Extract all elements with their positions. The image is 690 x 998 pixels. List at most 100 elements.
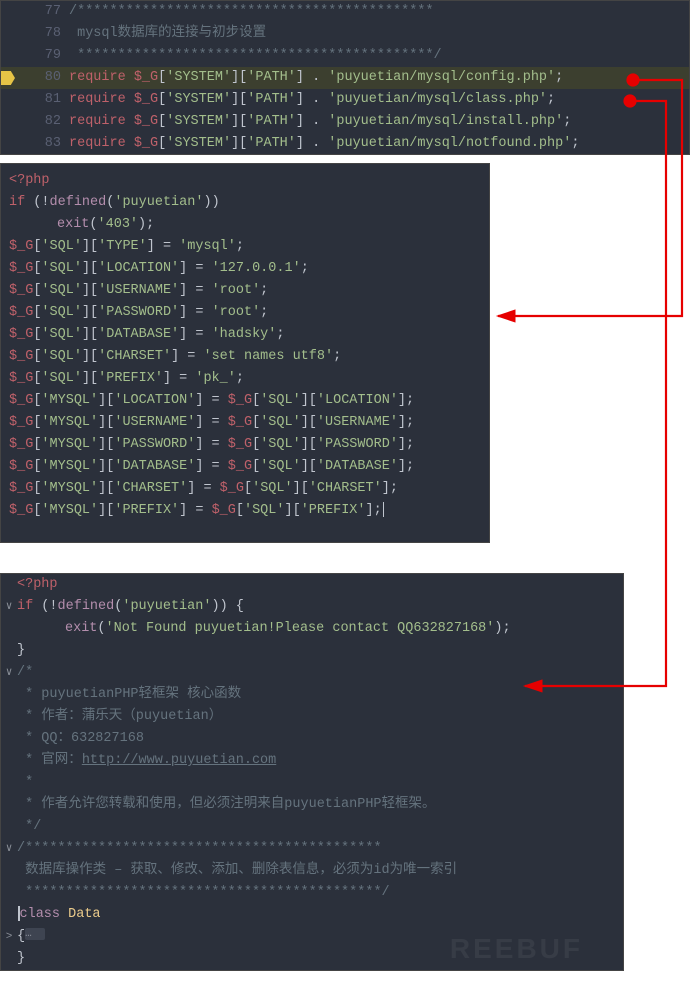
code-content[interactable]: $_G['SQL']['PASSWORD'] = 'root';: [9, 302, 489, 324]
code-line[interactable]: * 官网：http://www.puyuetian.com: [1, 750, 623, 772]
code-content[interactable]: * QQ：632827168: [17, 728, 623, 750]
code-content[interactable]: * 官网：http://www.puyuetian.com: [17, 750, 623, 772]
breakpoint-gutter[interactable]: [1, 89, 21, 111]
code-content[interactable]: */: [17, 816, 623, 838]
code-line[interactable]: <?php: [9, 170, 489, 192]
code-line[interactable]: class Data: [1, 904, 623, 926]
code-line[interactable]: $_G['SQL']['DATABASE'] = 'hadsky';: [9, 324, 489, 346]
breakpoint-gutter[interactable]: [1, 111, 21, 133]
breakpoint-gutter[interactable]: [1, 1, 21, 23]
code-line[interactable]: $_G['SQL']['CHARSET'] = 'set names utf8'…: [9, 346, 489, 368]
code-line[interactable]: $_G['SQL']['PREFIX'] = 'pk_';: [9, 368, 489, 390]
code-content[interactable]: $_G['SQL']['USERNAME'] = 'root';: [9, 280, 489, 302]
watermark: REEBUF: [450, 933, 583, 965]
code-content[interactable]: * puyuetianPHP轻框架 核心函数: [17, 684, 623, 706]
code-line[interactable]: * 作者允许您转载和使用，但必须注明来自puyuetianPHP轻框架。: [1, 794, 623, 816]
code-content[interactable]: $_G['SQL']['DATABASE'] = 'hadsky';: [9, 324, 489, 346]
breakpoint-gutter[interactable]: [1, 23, 21, 45]
code-line[interactable]: exit('Not Found puyuetian!Please contact…: [1, 618, 623, 640]
code-line[interactable]: ****************************************…: [1, 882, 623, 904]
code-line[interactable]: $_G['SQL']['LOCATION'] = '127.0.0.1';: [9, 258, 489, 280]
code-line[interactable]: $_G['SQL']['PASSWORD'] = 'root';: [9, 302, 489, 324]
code-content[interactable]: * 作者允许您转载和使用，但必须注明来自puyuetianPHP轻框架。: [17, 794, 623, 816]
code-line[interactable]: }: [1, 640, 623, 662]
code-content[interactable]: <?php: [9, 170, 489, 192]
code-line[interactable]: $_G['MYSQL']['LOCATION'] = $_G['SQL']['L…: [9, 390, 489, 412]
code-content[interactable]: $_G['SQL']['LOCATION'] = '127.0.0.1';: [9, 258, 489, 280]
chevron-down-icon[interactable]: ∨: [6, 601, 13, 613]
code-content[interactable]: }: [17, 640, 623, 662]
code-content[interactable]: if (!defined('puyuetian')) {: [17, 596, 623, 618]
code-content[interactable]: exit('Not Found puyuetian!Please contact…: [17, 618, 623, 640]
code-line[interactable]: 83require $_G['SYSTEM']['PATH'] . 'puyue…: [1, 133, 689, 155]
fold-gutter[interactable]: ∨: [1, 596, 17, 618]
code-line[interactable]: $_G['MYSQL']['PREFIX'] = $_G['SQL']['PRE…: [9, 500, 489, 522]
code-line[interactable]: $_G['MYSQL']['DATABASE'] = $_G['SQL']['D…: [9, 456, 489, 478]
code-content[interactable]: $_G['SQL']['PREFIX'] = 'pk_';: [9, 368, 489, 390]
code-line[interactable]: *: [1, 772, 623, 794]
breakpoint-icon[interactable]: [1, 71, 15, 85]
code-content[interactable]: exit('403');: [9, 214, 489, 236]
code-content[interactable]: require $_G['SYSTEM']['PATH'] . 'puyueti…: [69, 133, 689, 155]
fold-gutter[interactable]: ∨: [1, 662, 17, 684]
code-line[interactable]: 77/*************************************…: [1, 1, 689, 23]
code-line[interactable]: <?php: [1, 574, 623, 596]
code-line[interactable]: 79 *************************************…: [1, 45, 689, 67]
code-line[interactable]: 数据库操作类 – 获取、修改、添加、删除表信息，必须为id为唯一索引: [1, 860, 623, 882]
code-line[interactable]: 82require $_G['SYSTEM']['PATH'] . 'puyue…: [1, 111, 689, 133]
code-line[interactable]: $_G['MYSQL']['CHARSET'] = $_G['SQL']['CH…: [9, 478, 489, 500]
code-content[interactable]: $_G['MYSQL']['PREFIX'] = $_G['SQL']['PRE…: [9, 500, 489, 522]
code-line[interactable]: 81require $_G['SYSTEM']['PATH'] . 'puyue…: [1, 89, 689, 111]
code-line[interactable]: * 作者：蒲乐天（puyuetian）: [1, 706, 623, 728]
chevron-right-icon[interactable]: >: [6, 931, 13, 943]
code-line[interactable]: exit('403');: [9, 214, 489, 236]
code-content[interactable]: class Data: [17, 904, 623, 926]
code-content[interactable]: * 作者：蒲乐天（puyuetian）: [17, 706, 623, 728]
code-line[interactable]: $_G['SQL']['USERNAME'] = 'root';: [9, 280, 489, 302]
fold-gutter: [1, 772, 17, 794]
code-content[interactable]: require $_G['SYSTEM']['PATH'] . 'puyueti…: [69, 89, 689, 111]
code-content[interactable]: $_G['MYSQL']['CHARSET'] = $_G['SQL']['CH…: [9, 478, 489, 500]
code-content[interactable]: /*: [17, 662, 623, 684]
code-line[interactable]: 78 mysql数据库的连接与初步设置: [1, 23, 689, 45]
code-content[interactable]: $_G['MYSQL']['USERNAME'] = $_G['SQL']['U…: [9, 412, 489, 434]
code-line[interactable]: * puyuetianPHP轻框架 核心函数: [1, 684, 623, 706]
code-content[interactable]: /***************************************…: [69, 1, 689, 23]
code-content[interactable]: require $_G['SYSTEM']['PATH'] . 'puyueti…: [69, 111, 689, 133]
code-line[interactable]: * QQ：632827168: [1, 728, 623, 750]
fold-gutter: [1, 882, 17, 904]
code-content[interactable]: if (!defined('puyuetian')): [9, 192, 489, 214]
line-number: 83: [21, 133, 69, 155]
chevron-down-icon[interactable]: ∨: [6, 667, 13, 679]
breakpoint-gutter[interactable]: [1, 67, 21, 89]
code-line[interactable]: $_G['MYSQL']['PASSWORD'] = $_G['SQL']['P…: [9, 434, 489, 456]
code-content[interactable]: <?php: [17, 574, 623, 596]
code-line[interactable]: $_G['SQL']['TYPE'] = 'mysql';: [9, 236, 489, 258]
code-content[interactable]: /***************************************…: [17, 838, 623, 860]
code-line[interactable]: ∨ /**************************************…: [1, 838, 623, 860]
fold-gutter[interactable]: ∨: [1, 838, 17, 860]
code-content[interactable]: ****************************************…: [69, 45, 689, 67]
fold-gutter: [1, 750, 17, 772]
chevron-down-icon[interactable]: ∨: [6, 843, 13, 855]
code-line[interactable]: ∨ if (!defined('puyuetian')) {: [1, 596, 623, 618]
code-content[interactable]: $_G['MYSQL']['LOCATION'] = $_G['SQL']['L…: [9, 390, 489, 412]
code-line[interactable]: 80require $_G['SYSTEM']['PATH'] . 'puyue…: [1, 67, 689, 89]
code-line[interactable]: $_G['MYSQL']['USERNAME'] = $_G['SQL']['U…: [9, 412, 489, 434]
code-content[interactable]: mysql数据库的连接与初步设置: [69, 23, 689, 45]
code-line[interactable]: ∨ /*: [1, 662, 623, 684]
fold-gutter: [1, 860, 17, 882]
code-content[interactable]: *: [17, 772, 623, 794]
code-content[interactable]: $_G['SQL']['CHARSET'] = 'set names utf8'…: [9, 346, 489, 368]
code-content[interactable]: $_G['MYSQL']['DATABASE'] = $_G['SQL']['D…: [9, 456, 489, 478]
breakpoint-gutter[interactable]: [1, 133, 21, 155]
code-content[interactable]: require $_G['SYSTEM']['PATH'] . 'puyueti…: [69, 67, 689, 89]
code-line[interactable]: if (!defined('puyuetian')): [9, 192, 489, 214]
code-line[interactable]: */: [1, 816, 623, 838]
code-content[interactable]: 数据库操作类 – 获取、修改、添加、删除表信息，必须为id为唯一索引: [17, 860, 623, 882]
code-content[interactable]: $_G['SQL']['TYPE'] = 'mysql';: [9, 236, 489, 258]
code-content[interactable]: ****************************************…: [17, 882, 623, 904]
breakpoint-gutter[interactable]: [1, 45, 21, 67]
code-content[interactable]: $_G['MYSQL']['PASSWORD'] = $_G['SQL']['P…: [9, 434, 489, 456]
fold-gutter[interactable]: >: [1, 926, 17, 948]
